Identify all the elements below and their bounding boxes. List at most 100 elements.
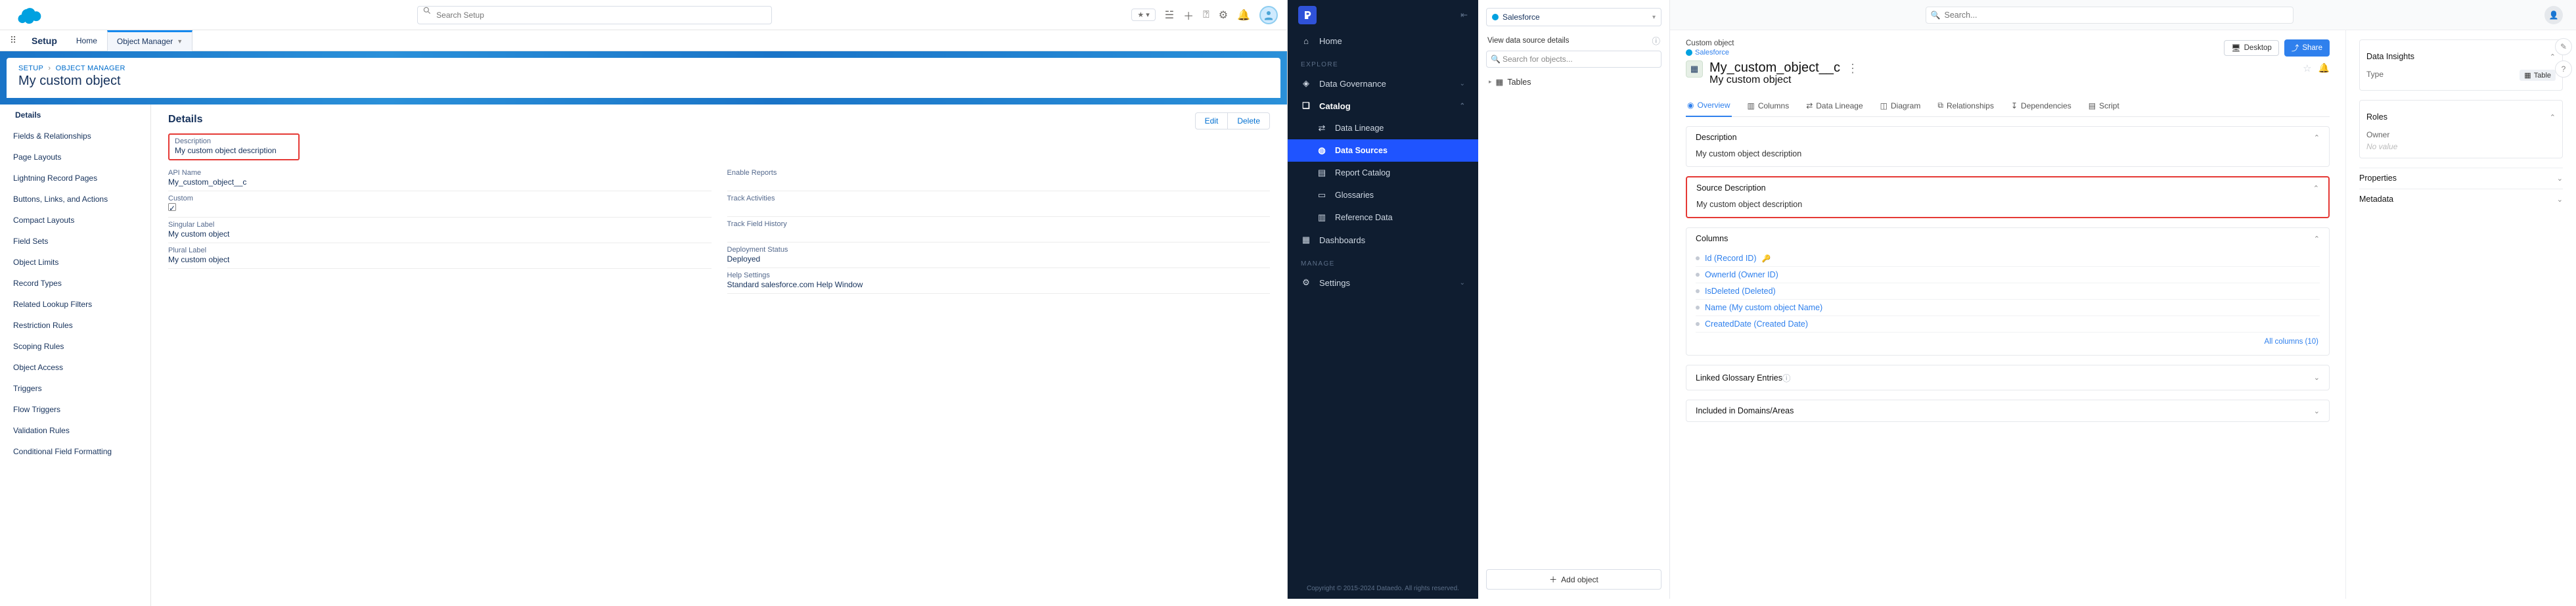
star-icon[interactable]: ☆ (2303, 62, 2311, 74)
sidebar-item-scoping-rules[interactable]: Scoping Rules (0, 336, 150, 357)
nav-home[interactable]: ⌂ Home (1288, 30, 1478, 52)
tab-overview[interactable]: ◉Overview (1686, 95, 1732, 117)
tab-object-manager[interactable]: Object Manager ▼ (107, 30, 192, 51)
gear-icon: ⚙ (1301, 277, 1311, 288)
bell-icon[interactable]: 🔔 (2318, 62, 2330, 74)
info-icon[interactable]: ⓘ (1782, 371, 1791, 384)
nav-data-lineage[interactable]: ⇄ Data Lineage (1288, 117, 1478, 139)
collapse-nav-icon[interactable]: ⇤ (1460, 10, 1468, 20)
kv-owner: Owner (2366, 128, 2556, 142)
aside-header[interactable]: Data Insights ⌃ (2366, 47, 2556, 67)
tab-diagram[interactable]: ◫Diagram (1879, 95, 1922, 116)
sidebar-item-record-types[interactable]: Record Types (0, 273, 150, 294)
info-icon[interactable]: ⓘ (1652, 34, 1660, 47)
column-link[interactable]: Id (Record ID) (1705, 254, 1757, 263)
sidebar-item-triggers[interactable]: Triggers (0, 378, 150, 399)
global-search-input[interactable] (1926, 7, 2294, 24)
sidebar-item-conditional-formatting[interactable]: Conditional Field Formatting (0, 441, 150, 462)
column-link[interactable]: CreatedDate (Created Date) (1705, 319, 1808, 329)
global-actions-icon[interactable]: ＋ (1183, 7, 1194, 23)
tab-dependencies[interactable]: ↧Dependencies (2010, 95, 2073, 116)
tab-label: Relationships (1947, 101, 1994, 110)
sidebar-item-flow-triggers[interactable]: Flow Triggers (0, 399, 150, 420)
desktop-button[interactable]: 🖥 Desktop (2224, 40, 2279, 56)
nav-catalog[interactable]: ❏ Catalog ⌃ (1288, 95, 1478, 117)
aside-title: Metadata (2359, 195, 2393, 204)
card-header[interactable]: Columns ⌃ (1686, 228, 2329, 249)
column-row[interactable]: CreatedDate (Created Date) (1696, 316, 2320, 333)
crumb-setup[interactable]: SETUP (18, 64, 43, 72)
column-row[interactable]: OwnerId (Owner ID) (1696, 267, 2320, 283)
add-object-button[interactable]: ＋ Add object (1486, 569, 1661, 590)
nav-reference-data[interactable]: ▥ Reference Data (1288, 206, 1478, 229)
history-icon[interactable]: ☱ (1165, 9, 1174, 22)
nav-dashboards[interactable]: ▦ Dashboards (1288, 229, 1478, 251)
kv-type: Type ▦ Table (2366, 67, 2556, 83)
nav-data-sources[interactable]: ◍ Data Sources (1288, 139, 1478, 162)
tab-script[interactable]: ▤Script (2087, 95, 2121, 116)
column-link[interactable]: IsDeleted (Deleted) (1705, 287, 1776, 296)
sidebar-item-object-limits[interactable]: Object Limits (0, 252, 150, 273)
app-launcher-icon[interactable]: ⠿ (4, 30, 22, 51)
source-selector[interactable]: Salesforce ▾ (1486, 8, 1661, 26)
report-icon: ▤ (1317, 168, 1327, 178)
salesforce-help-icon[interactable]: ⍰ (1203, 9, 1209, 21)
help-icon[interactable]: ? (2555, 60, 2572, 78)
sidebar-item-object-access[interactable]: Object Access (0, 357, 150, 378)
aside-metadata[interactable]: Metadata ⌄ (2359, 189, 2563, 210)
nav-glossaries[interactable]: ▭ Glossaries (1288, 184, 1478, 206)
tree-node-tables[interactable]: ▸ ▦ Tables (1478, 74, 1669, 89)
tab-home[interactable]: Home (66, 30, 107, 51)
chevron-up-icon: ⌃ (1460, 103, 1465, 110)
sidebar-item-field-sets[interactable]: Field Sets (0, 231, 150, 252)
object-search[interactable]: 🔍 Search for objects... (1486, 51, 1661, 68)
crumb-object-manager[interactable]: OBJECT MANAGER (56, 64, 125, 72)
setup-search-input[interactable] (417, 6, 772, 24)
card-header[interactable]: Source Description ⌃ (1687, 177, 2328, 198)
sidebar-item-fields[interactable]: Fields & Relationships (0, 126, 150, 147)
setup-gear-icon[interactable]: ⚙ (1219, 9, 1228, 22)
column-link[interactable]: Name (My custom object Name) (1705, 303, 1822, 312)
column-row[interactable]: Name (My custom object Name) (1696, 300, 2320, 316)
feedback-icon[interactable]: ✎ (2555, 38, 2572, 55)
nav-report-catalog[interactable]: ▤ Report Catalog (1288, 162, 1478, 184)
favorites-pill[interactable]: ★ ▾ (1131, 9, 1155, 21)
sidebar-item-restriction-rules[interactable]: Restriction Rules (0, 315, 150, 336)
share-button[interactable]: ⤴ Share (2284, 39, 2330, 57)
tab-relationships[interactable]: ⧉Relationships (1936, 95, 1995, 116)
kv-label: Owner (2366, 130, 2389, 139)
sidebar-item-lightning-pages[interactable]: Lightning Record Pages (0, 168, 150, 189)
sidebar-item-page-layouts[interactable]: Page Layouts (0, 147, 150, 168)
nav-data-governance[interactable]: ◈ Data Governance ⌄ (1288, 72, 1478, 95)
sidebar-item-related-lookup[interactable]: Related Lookup Filters (0, 294, 150, 315)
card-header[interactable]: Included in Domains/Areas ⌄ (1686, 400, 2329, 421)
edit-button[interactable]: Edit (1195, 112, 1229, 129)
column-link[interactable]: OwnerId (Owner ID) (1705, 270, 1778, 279)
sidebar-item-compact-layouts[interactable]: Compact Layouts (0, 210, 150, 231)
sidebar-item-details[interactable]: Details (0, 105, 150, 126)
card-header[interactable]: Linked Glossary Entries ⓘ ⌄ (1686, 365, 2329, 390)
sidebar-item-buttons-links[interactable]: Buttons, Links, and Actions (0, 189, 150, 210)
delete-button[interactable]: Delete (1228, 112, 1270, 129)
aside-properties[interactable]: Properties ⌄ (2359, 168, 2563, 189)
column-row[interactable]: Id (Record ID) 🔑 (1696, 250, 2320, 267)
all-columns-link[interactable]: All columns (10) (1696, 333, 2320, 347)
object-tabs: ◉Overview ▥Columns ⇄Data Lineage ◫Diagra… (1686, 95, 2330, 117)
aside-header[interactable]: Roles ⌃ (2366, 107, 2556, 128)
dataedo-logo[interactable] (1298, 6, 1317, 24)
source-breadcrumb[interactable]: Salesforce (1686, 49, 1734, 57)
source-name: Salesforce (1503, 12, 1540, 22)
more-menu-icon[interactable]: ⋮ (1847, 62, 1859, 74)
tree-expand-icon[interactable]: ▸ (1489, 78, 1492, 85)
field-value: My custom object (168, 255, 712, 264)
card-header[interactable]: Description ⌃ (1686, 127, 2329, 148)
user-avatar[interactable]: 👤 (2544, 6, 2563, 24)
tab-columns[interactable]: ▥Columns (1746, 95, 1791, 116)
sidebar-item-validation-rules[interactable]: Validation Rules (0, 420, 150, 441)
tab-data-lineage[interactable]: ⇄Data Lineage (1805, 95, 1864, 116)
field-value (727, 229, 1271, 238)
notifications-bell-icon[interactable]: 🔔 (1237, 9, 1250, 22)
column-row[interactable]: IsDeleted (Deleted) (1696, 283, 2320, 300)
user-avatar[interactable] (1259, 6, 1278, 24)
nav-settings[interactable]: ⚙ Settings ⌄ (1288, 271, 1478, 294)
